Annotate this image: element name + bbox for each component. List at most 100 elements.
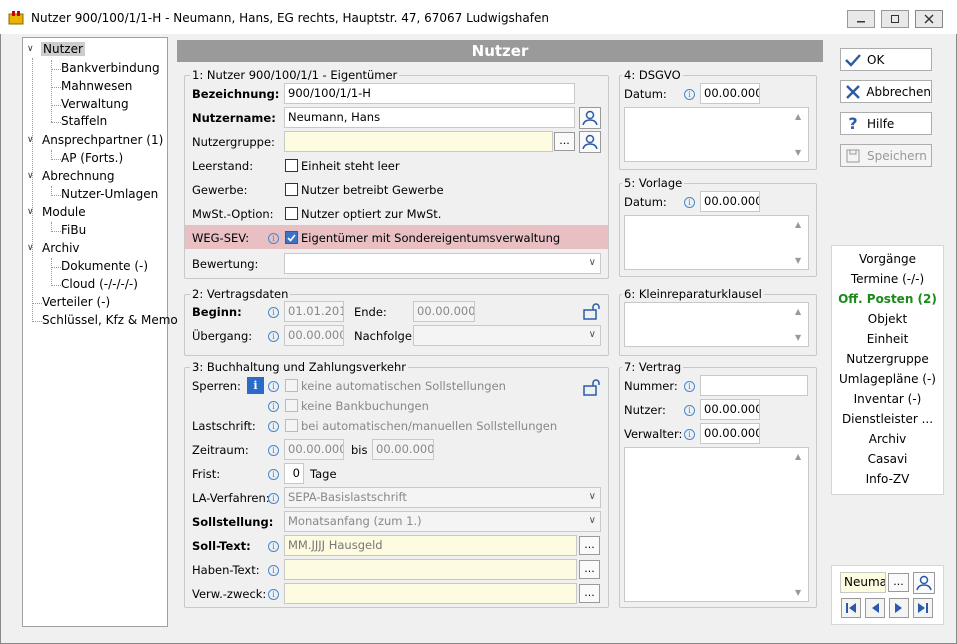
nav-vorgaenge[interactable]: Vorgänge [832, 252, 943, 266]
tree-item-module[interactable]: Module [42, 205, 86, 219]
scrollbar[interactable]: ▲ ▼ [791, 303, 808, 346]
info-icon[interactable]: i [268, 381, 279, 392]
la-verfahren-dropdown[interactable]: SEPA-Basislastschrift ∨ [284, 487, 601, 508]
first-record-button[interactable] [841, 598, 861, 618]
soll-text-field[interactable]: MM.JJJJ Hausgeld [284, 535, 577, 556]
info-icon[interactable]: i [684, 197, 695, 208]
gewerbe-checkbox[interactable] [285, 183, 298, 196]
nutzergruppe-field[interactable] [284, 131, 553, 152]
scrollbar[interactable]: ▲ ▼ [791, 108, 808, 161]
info-icon[interactable]: i [268, 493, 279, 504]
tree-item-fibu[interactable]: FiBu [61, 223, 86, 237]
scrollbar[interactable]: ▲ ▼ [791, 216, 808, 269]
tree-item-staffeln[interactable]: Staffeln [61, 114, 107, 128]
soll-text-browse-button[interactable]: ... [579, 536, 600, 555]
ok-button[interactable]: OK [840, 48, 932, 71]
vorlage-datum-field[interactable]: 00.00.0000 [700, 191, 760, 212]
info-icon[interactable]: i [684, 89, 695, 100]
nachfolge-dropdown[interactable]: ∨ [413, 325, 601, 346]
dsgvo-datum-field[interactable]: 00.00.0000 [700, 83, 760, 104]
info-icon[interactable]: i [268, 541, 279, 552]
tree-item-nutzer-umlagen[interactable]: Nutzer-Umlagen [61, 187, 158, 201]
tree-item-dokumente[interactable]: Dokumente (-) [61, 259, 148, 273]
tree-item-ansprechpartner[interactable]: Ansprechpartner (1) [42, 133, 163, 147]
tree-item-bankverbindung[interactable]: Bankverbindung [61, 61, 160, 75]
nav-umlageplaene[interactable]: Umlagepläne (-) [832, 372, 943, 386]
nav-nutzergruppe[interactable]: Nutzergruppe [832, 352, 943, 366]
nav-objekt[interactable]: Objekt [832, 312, 943, 326]
vorlage-memo[interactable]: ▲ ▼ [624, 215, 809, 270]
expand-icon[interactable]: ∨ [27, 44, 34, 54]
record-search-browse-button[interactable]: ... [888, 573, 909, 592]
info-icon[interactable]: i [268, 589, 279, 600]
person-button[interactable] [579, 107, 601, 129]
speichern-button[interactable]: Speichern [840, 144, 932, 167]
nav-info-zv[interactable]: Info-ZV [832, 472, 943, 486]
vertrag-nummer-field[interactable] [700, 375, 808, 396]
kleinreparatur-memo[interactable]: ▲ ▼ [624, 302, 809, 347]
person-button[interactable] [579, 131, 601, 153]
tree-item-ap-forts[interactable]: AP (Forts.) [61, 151, 123, 165]
maximize-button[interactable] [881, 10, 909, 28]
nav-casavi[interactable]: Casavi [832, 452, 943, 466]
nav-off-posten[interactable]: Off. Posten (2) [832, 292, 943, 306]
nav-termine[interactable]: Termine (-/-) [832, 272, 943, 286]
lock-button[interactable] [581, 301, 601, 321]
sperren-bankbuchungen-checkbox[interactable] [285, 399, 298, 412]
uebergang-field[interactable]: 00.00.0000 [284, 325, 344, 346]
verwendungszweck-field[interactable] [284, 583, 577, 604]
haben-text-field[interactable] [284, 559, 577, 580]
bezeichnung-field[interactable]: 900/100/1/1-H [284, 83, 575, 104]
tree-item-nutzer[interactable]: Nutzer [41, 42, 85, 56]
verwendungszweck-browse-button[interactable]: ... [579, 584, 600, 603]
info-icon[interactable]: i [268, 421, 279, 432]
info-icon[interactable]: i [268, 445, 279, 456]
expand-icon[interactable]: ∨ [27, 207, 34, 217]
tree-item-archiv[interactable]: Archiv [42, 241, 80, 255]
tree-item-abrechnung[interactable]: Abrechnung [42, 169, 115, 183]
mwst-checkbox[interactable] [285, 207, 298, 220]
expand-icon[interactable]: ∨ [27, 171, 34, 181]
sollstellung-dropdown[interactable]: Monatsanfang (zum 1.) ∨ [284, 511, 601, 532]
expand-icon[interactable]: ∨ [27, 243, 34, 253]
tree-item-mahnwesen[interactable]: Mahnwesen [61, 79, 132, 93]
vertrag-memo[interactable]: ▲ ▼ [624, 447, 809, 602]
beginn-field[interactable]: 01.01.2019 [284, 301, 344, 322]
info-badge-icon[interactable]: i [247, 377, 264, 394]
nav-einheit[interactable]: Einheit [832, 332, 943, 346]
navigation-tree[interactable]: ∨ Nutzer Bankverbindung Mahnwesen Verwal… [22, 37, 178, 627]
bewertung-dropdown[interactable]: ∨ [284, 253, 601, 274]
last-record-button[interactable] [913, 598, 933, 618]
vertrag-nutzer-field[interactable]: 00.00.0000 [700, 399, 760, 420]
previous-record-button[interactable] [865, 598, 885, 618]
info-icon[interactable]: i [268, 565, 279, 576]
info-icon[interactable]: i [268, 307, 279, 318]
close-button[interactable] [915, 10, 943, 28]
hilfe-button[interactable]: ? Hilfe [840, 112, 932, 135]
info-icon[interactable]: i [684, 381, 695, 392]
nav-dienstleister[interactable]: Dienstleister ... [832, 412, 943, 426]
zeitraum-to-field[interactable]: 00.00.0000 [372, 439, 434, 460]
abbrechen-button[interactable]: Abbrechen [840, 80, 932, 103]
info-icon[interactable]: i [684, 429, 695, 440]
tree-item-schluessel[interactable]: Schlüssel, Kfz & Memo [42, 313, 178, 327]
nutzergruppe-browse-button[interactable]: ... [554, 132, 575, 151]
nav-archiv[interactable]: Archiv [832, 432, 943, 446]
vertrag-verwalter-field[interactable]: 00.00.0000 [700, 423, 760, 444]
lastschrift-checkbox[interactable] [285, 419, 298, 432]
minimize-button[interactable] [847, 10, 875, 28]
zeitraum-from-field[interactable]: 00.00.0000 [284, 439, 344, 460]
nav-inventar[interactable]: Inventar (-) [832, 392, 943, 406]
next-record-button[interactable] [889, 598, 909, 618]
tree-item-verteiler[interactable]: Verteiler (-) [42, 295, 110, 309]
expand-icon[interactable]: ∨ [27, 135, 34, 145]
tree-item-cloud[interactable]: Cloud (-/-/-/-) [61, 277, 138, 291]
ende-field[interactable]: 00.00.0000 [413, 301, 475, 322]
lock-button[interactable] [581, 377, 601, 397]
weg-sev-checkbox[interactable] [285, 231, 298, 244]
tree-item-verwaltung[interactable]: Verwaltung [61, 97, 129, 111]
haben-text-browse-button[interactable]: ... [579, 560, 600, 579]
info-icon[interactable]: i [268, 331, 279, 342]
leerstand-checkbox[interactable] [285, 159, 298, 172]
info-icon[interactable]: i [268, 401, 279, 412]
